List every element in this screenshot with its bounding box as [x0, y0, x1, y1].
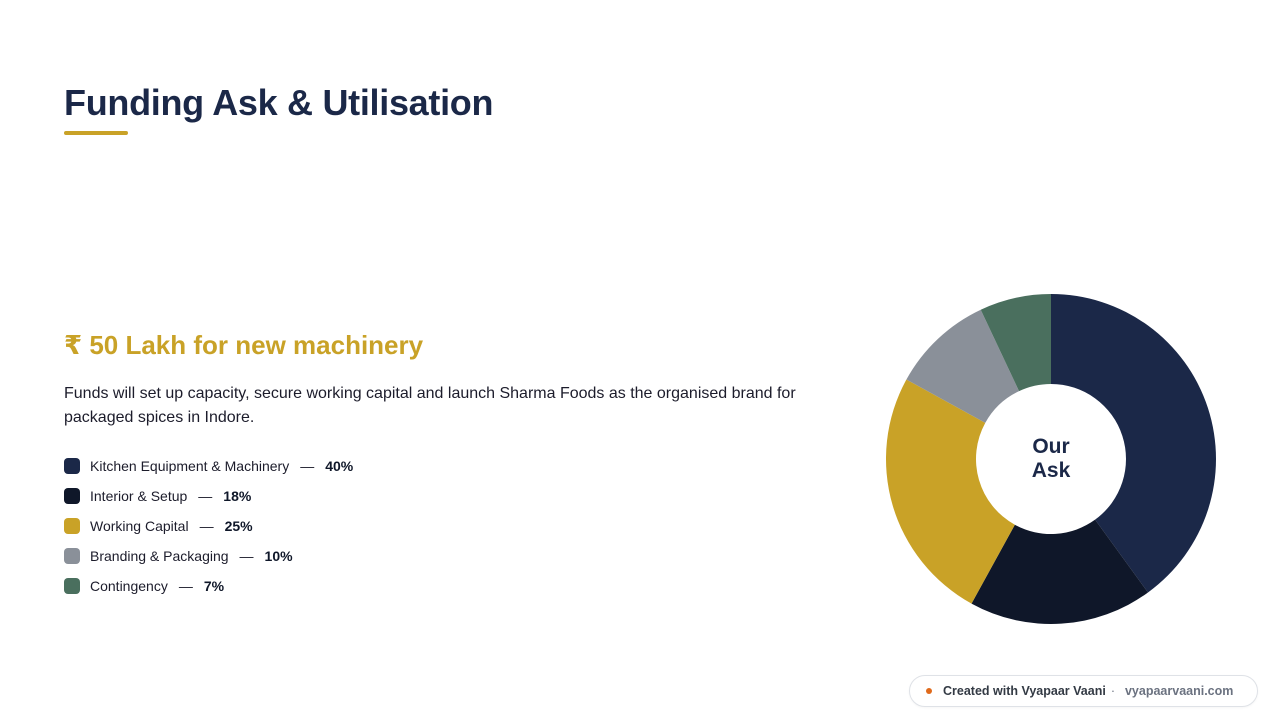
legend-swatch [64, 578, 80, 594]
legend-value: 7% [203, 578, 225, 594]
legend-item: Contingency — 7% [64, 571, 353, 601]
funding-donut-chart: Our Ask [880, 288, 1222, 630]
created-with-text: Created with Vyapaar Vaani [943, 684, 1106, 698]
footer-site-link[interactable]: vyapaarvaani.com [1125, 684, 1233, 698]
legend-dash: — [300, 458, 315, 474]
legend-dash: — [239, 548, 254, 564]
legend-item: Kitchen Equipment & Machinery — 40% [64, 451, 353, 481]
legend-value: 25% [224, 518, 253, 534]
legend-item: Working Capital — 25% [64, 511, 353, 541]
page-title: Funding Ask & Utilisation [64, 82, 494, 123]
footer-separator: · [1110, 684, 1115, 698]
funding-description: Funds will set up capacity, secure worki… [64, 385, 796, 426]
legend-value: 10% [264, 548, 293, 564]
legend-swatch [64, 458, 80, 474]
legend-swatch [64, 548, 80, 564]
legend-dash: — [178, 578, 193, 594]
legend-label: Kitchen Equipment & Machinery [90, 458, 290, 474]
donut-svg [886, 294, 1216, 624]
funding-ask-heading: ₹ 50 Lakh for new machinery [64, 330, 424, 360]
created-with-badge[interactable]: Created with Vyapaar Vaani · vyapaarvaan… [909, 675, 1258, 707]
chart-legend: Kitchen Equipment & Machinery — 40% Interio… [64, 451, 353, 601]
legend-label: Contingency [90, 578, 168, 594]
legend-dash: — [199, 518, 214, 534]
legend-label: Interior & Setup [90, 488, 188, 504]
legend-swatch [64, 488, 80, 504]
legend-item: Interior & Setup — 18% [64, 481, 353, 511]
legend-value: 18% [223, 488, 252, 504]
legend-item: Branding & Packaging — 10% [64, 541, 353, 571]
legend-label: Branding & Packaging [90, 548, 229, 564]
legend-label: Working Capital [90, 518, 189, 534]
status-dot-icon [926, 688, 932, 694]
legend-dash: — [198, 488, 213, 504]
title-underline [64, 131, 128, 135]
legend-swatch [64, 518, 80, 534]
legend-value: 40% [325, 458, 354, 474]
